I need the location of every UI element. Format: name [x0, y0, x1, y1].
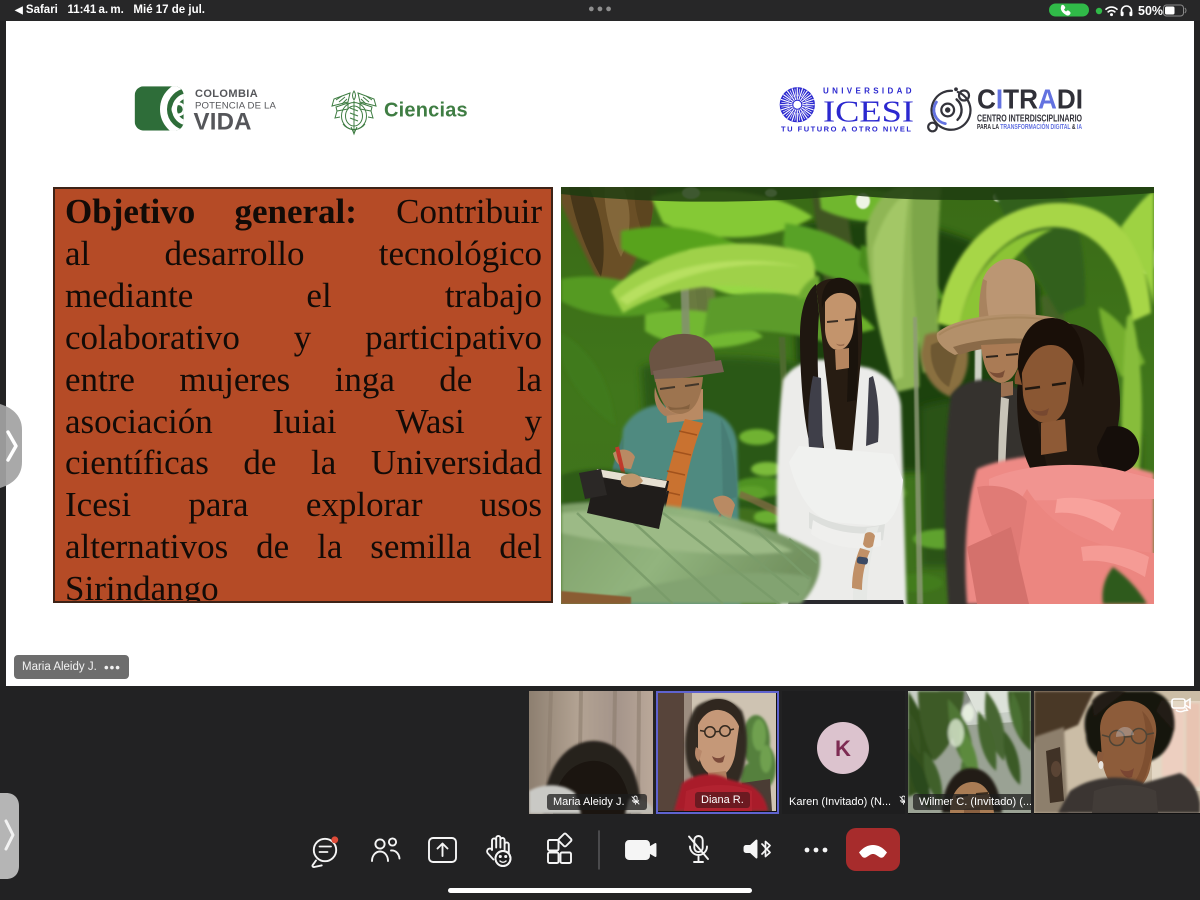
svg-text:COLOMBIA: COLOMBIA — [195, 88, 258, 100]
svg-text:PARA LA TRANSFORMACIÓN DIGITAL: PARA LA TRANSFORMACIÓN DIGITAL & IA — [977, 122, 1082, 131]
svg-text:50%: 50% — [1138, 4, 1163, 18]
svg-text:K: K — [835, 736, 851, 761]
svg-text:CITRADI: CITRADI — [977, 84, 1083, 115]
svg-text:TU FUTURO A OTRO NIVEL: TU FUTURO A OTRO NIVEL — [781, 124, 913, 133]
svg-text:VIDA: VIDA — [194, 109, 252, 136]
svg-text:ICESI: ICESI — [823, 93, 914, 128]
svg-text:Ciencias: Ciencias — [384, 100, 468, 122]
